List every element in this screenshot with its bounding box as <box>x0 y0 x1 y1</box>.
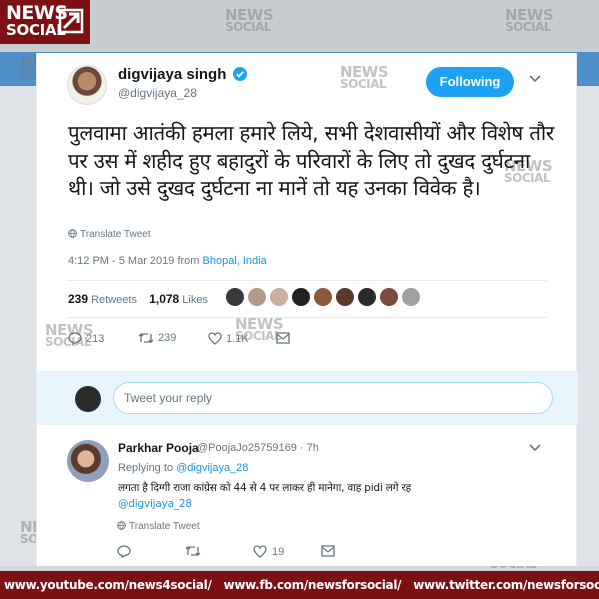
facebook-link[interactable]: www.fb.com/newsforsocial/ <box>224 578 402 592</box>
location-link[interactable]: Bhopal, India <box>203 255 267 267</box>
direct-message-button[interactable] <box>276 332 290 344</box>
reply-icon <box>117 545 131 559</box>
heart-icon <box>253 545 267 558</box>
author-avatar[interactable] <box>67 65 107 105</box>
reply-retweet-button[interactable] <box>185 545 201 560</box>
following-button[interactable]: Following <box>426 67 514 97</box>
tweet-stats: 239 Retweets 1,078 Likes <box>68 292 208 306</box>
chevron-down-icon[interactable] <box>529 75 541 83</box>
verified-badge-icon <box>233 67 247 81</box>
divider <box>67 317 547 318</box>
reply-icon <box>68 332 82 345</box>
youtube-link[interactable]: www.youtube.com/news4social/ <box>0 578 212 592</box>
liker-avatar[interactable] <box>226 288 244 306</box>
reply-input[interactable]: Tweet your reply <box>113 382 553 414</box>
like-button[interactable]: 1.1K <box>208 332 249 345</box>
envelope-icon <box>321 545 335 557</box>
liker-avatar[interactable] <box>292 288 310 306</box>
watermark: NEWSSOCIAL <box>505 6 554 35</box>
reply-author-avatar[interactable] <box>67 440 109 482</box>
translate-tweet-link[interactable]: Translate Tweet <box>68 229 151 240</box>
liker-avatar[interactable] <box>336 288 354 306</box>
replying-to: Replying to @digvijaya_28 <box>118 462 249 474</box>
reply-actions: 19 <box>117 545 367 561</box>
author-handle[interactable]: @digvijaya_28 <box>118 86 197 100</box>
liker-avatar[interactable] <box>380 288 398 306</box>
reply-like-button[interactable]: 19 <box>253 545 284 558</box>
retweet-icon <box>138 333 154 343</box>
tweet-card: digvijaya singh @digvijaya_28 Following … <box>36 53 578 566</box>
author-name[interactable]: digvijaya singh <box>118 66 226 83</box>
liker-avatar[interactable] <box>402 288 420 306</box>
reply-dm-button[interactable] <box>321 545 335 560</box>
liker-avatar[interactable] <box>358 288 376 306</box>
reply-mention-link[interactable]: @digvijaya_28 <box>118 498 192 510</box>
replying-to-handle-link[interactable]: @digvijaya_28 <box>176 462 248 474</box>
divider <box>67 280 547 281</box>
retweet-button[interactable]: 239 <box>138 332 176 344</box>
envelope-icon <box>276 332 290 344</box>
globe-icon <box>68 229 77 238</box>
watermark: NEWSSOCIAL <box>340 63 389 92</box>
reply-author-handle[interactable]: @PoojaJo25759169 · 7h <box>197 442 319 454</box>
reply-composer: Tweet your reply <box>37 371 578 425</box>
likers-avatars <box>226 288 424 311</box>
reply-translate-link[interactable]: Translate Tweet <box>117 521 200 532</box>
tweet-text: पुलवामा आतंकी हमला हमारे लिये, सभी देशवा… <box>68 121 554 200</box>
bottom-links-bar: www.youtube.com/news4social/ www.fb.com/… <box>0 571 599 599</box>
tweet-timestamp: 4:12 PM - 5 Mar 2019 from Bhopal, India <box>68 255 267 267</box>
logo-arrow-icon <box>58 8 84 34</box>
reply-button[interactable]: 213 <box>68 332 104 345</box>
liker-avatar[interactable] <box>270 288 288 306</box>
reply-author-name[interactable]: Parkhar Pooja <box>118 441 199 455</box>
liker-avatar[interactable] <box>314 288 332 306</box>
reply-text: लगता है दिग्गी राजा कांग्रेस को 44 से 4 … <box>118 482 411 510</box>
liker-avatar[interactable] <box>248 288 266 306</box>
watermark: NEWSSOCIAL <box>225 6 274 35</box>
news-social-logo: NEWS SOCIAL <box>0 0 90 44</box>
retweets-stat[interactable]: 239 Retweets <box>68 292 137 306</box>
current-user-avatar[interactable] <box>75 386 101 412</box>
twitter-link[interactable]: www.twitter.com/newsforsocial/ <box>413 578 599 592</box>
heart-icon <box>208 332 222 345</box>
chevron-down-icon[interactable] <box>529 444 541 452</box>
likes-stat[interactable]: 1,078 Likes <box>149 292 208 306</box>
globe-icon <box>117 521 126 530</box>
reply-reply-button[interactable] <box>117 545 131 561</box>
retweet-icon <box>185 546 201 556</box>
